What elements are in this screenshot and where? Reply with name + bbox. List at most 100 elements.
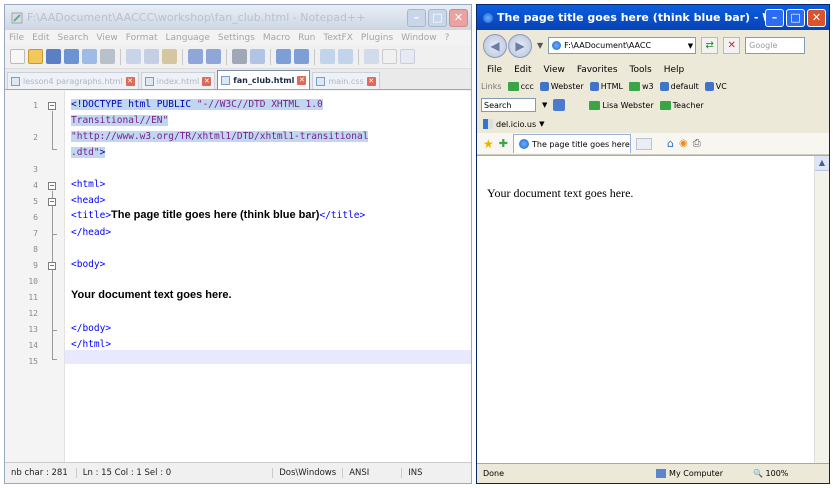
wrap-icon[interactable] (338, 49, 353, 64)
close-tab-icon[interactable]: ✕ (202, 76, 212, 86)
indent-guide-icon[interactable] (364, 49, 379, 64)
page-content[interactable]: Your document text goes here. ▲ (477, 155, 829, 463)
notepad-titlebar[interactable]: F:\AADocument\AACCC\workshop\fan_club.ht… (5, 5, 471, 30)
menu-run[interactable]: Run (298, 33, 315, 43)
cut-icon[interactable] (126, 49, 141, 64)
menu-window[interactable]: Window (401, 33, 437, 43)
sync-scroll-icon[interactable] (320, 49, 335, 64)
code-line-2-wrap: .dtd"> (71, 147, 106, 158)
forward-button[interactable]: ▶ (508, 33, 532, 58)
find-icon[interactable] (232, 49, 247, 64)
save-icon[interactable] (46, 49, 61, 64)
tab-index[interactable]: index.html ✕ (140, 72, 216, 89)
feeds-icon[interactable]: ◉ (679, 138, 688, 149)
new-file-icon[interactable] (10, 49, 25, 64)
minimize-button[interactable]: – (407, 8, 426, 27)
redo-icon[interactable] (206, 49, 221, 64)
menu-settings[interactable]: Settings (218, 33, 255, 43)
zoom-in-icon[interactable] (276, 49, 291, 64)
menu-file[interactable]: File (9, 33, 24, 43)
search-dropdown-icon[interactable]: ▼ (542, 101, 547, 109)
paragraph-icon[interactable] (382, 49, 397, 64)
copy-icon[interactable] (144, 49, 159, 64)
new-tab-button[interactable] (635, 137, 652, 150)
code-line-14: </html> (71, 339, 112, 350)
menu-tools[interactable]: Tools (630, 65, 652, 75)
menu-macro[interactable]: Macro (263, 33, 290, 43)
menu-edit[interactable]: Edit (32, 33, 49, 43)
menu-language[interactable]: Language (166, 33, 210, 43)
search-input[interactable]: Google (745, 37, 806, 54)
link-ccc[interactable]: ccc (507, 82, 534, 91)
folder-icon (507, 82, 519, 91)
close-tab-icon[interactable]: ✕ (366, 76, 376, 86)
menu-view[interactable]: View (96, 33, 117, 43)
people-icon (659, 100, 671, 110)
menu-help[interactable]: ? (445, 33, 450, 43)
add-favorite-icon[interactable]: ✚ (499, 137, 508, 150)
print-icon[interactable]: ⎙ (693, 138, 701, 149)
nav-dropdown-icon[interactable]: ▼ (537, 41, 543, 50)
close-tab-icon[interactable]: ✕ (125, 76, 135, 86)
menu-edit[interactable]: Edit (514, 65, 531, 75)
ie-tab-active[interactable]: The page title goes here (... (512, 134, 631, 153)
maximize-button[interactable]: □ (786, 8, 805, 27)
notepad-toolbar (5, 45, 471, 69)
fold-toggle-icon[interactable]: − (48, 102, 56, 110)
address-bar[interactable]: F:\AADocument\AACC ▼ (548, 37, 697, 54)
delicious-dropdown-icon[interactable]: ▼ (539, 120, 544, 128)
menu-favorites[interactable]: Favorites (577, 65, 618, 75)
menu-textfx[interactable]: TextFX (323, 33, 353, 43)
link-default[interactable]: default (659, 82, 699, 91)
minimize-button[interactable]: – (765, 8, 784, 27)
link-html[interactable]: HTML (589, 82, 623, 91)
close-button[interactable]: ✕ (449, 8, 468, 27)
menu-file[interactable]: File (487, 65, 502, 75)
code-editor[interactable]: 1 2 3 4 5 6 7 8 9 10 11 12 13 14 15 − − … (5, 91, 471, 462)
toolbar-search-input[interactable]: Search (481, 98, 536, 112)
tab-lesson4[interactable]: lesson4 paragraphs.html ✕ (7, 72, 139, 89)
menu-format[interactable]: Format (126, 33, 158, 43)
favorites-star-icon[interactable]: ★ (483, 137, 494, 151)
close-button[interactable]: ✕ (807, 8, 826, 27)
save-all-icon[interactable] (64, 49, 79, 64)
paste-icon[interactable] (162, 49, 177, 64)
status-zoom[interactable]: 🔍 100% (747, 469, 794, 478)
back-button[interactable]: ◀ (483, 33, 507, 58)
address-dropdown-icon[interactable]: ▼ (688, 42, 695, 50)
vertical-scrollbar[interactable]: ▲ (814, 156, 829, 463)
close-tab-icon[interactable]: ✕ (297, 75, 307, 85)
ie-titlebar[interactable]: The page title goes here (think blue bar… (477, 5, 829, 30)
link-w3[interactable]: w3 (629, 82, 654, 91)
tab-main-css[interactable]: main.css ✕ (312, 72, 380, 89)
maximize-button[interactable]: □ (428, 8, 447, 27)
link-teacher[interactable]: Teacher (659, 100, 704, 110)
stop-button[interactable]: ✕ (723, 37, 741, 54)
search-go-icon[interactable] (553, 99, 566, 111)
menu-search[interactable]: Search (58, 33, 89, 43)
code-area[interactable]: <!DOCTYPE html PUBLIC "-//W3C//DTD XHTML… (65, 91, 471, 462)
tab-fan-club[interactable]: fan_club.html ✕ (217, 70, 311, 89)
home-icon[interactable]: ⌂ (667, 137, 674, 150)
link-webster[interactable]: Webster (539, 82, 584, 91)
print-icon[interactable] (100, 49, 115, 64)
overflow-chevron-icon[interactable] (400, 49, 415, 64)
fold-toggle-icon[interactable]: − (48, 182, 56, 190)
menu-view[interactable]: View (544, 65, 565, 75)
link-vc[interactable]: VC (704, 82, 727, 91)
delicious-icon (483, 119, 493, 129)
ie-delicious-bar: del.icio.us ▼ (477, 115, 829, 133)
scroll-up-icon[interactable]: ▲ (815, 156, 829, 171)
menu-plugins[interactable]: Plugins (361, 33, 393, 43)
undo-icon[interactable] (188, 49, 203, 64)
delicious-link[interactable]: del.icio.us (496, 120, 536, 129)
zoom-out-icon[interactable] (294, 49, 309, 64)
fold-toggle-icon[interactable]: − (48, 198, 56, 206)
open-folder-icon[interactable] (28, 49, 43, 64)
refresh-button[interactable]: ⇄ (701, 37, 719, 54)
close-file-icon[interactable] (82, 49, 97, 64)
replace-icon[interactable] (250, 49, 265, 64)
menu-help[interactable]: Help (664, 65, 685, 75)
link-lisa-webster[interactable]: Lisa Webster (589, 100, 654, 110)
fold-toggle-icon[interactable]: − (48, 262, 56, 270)
